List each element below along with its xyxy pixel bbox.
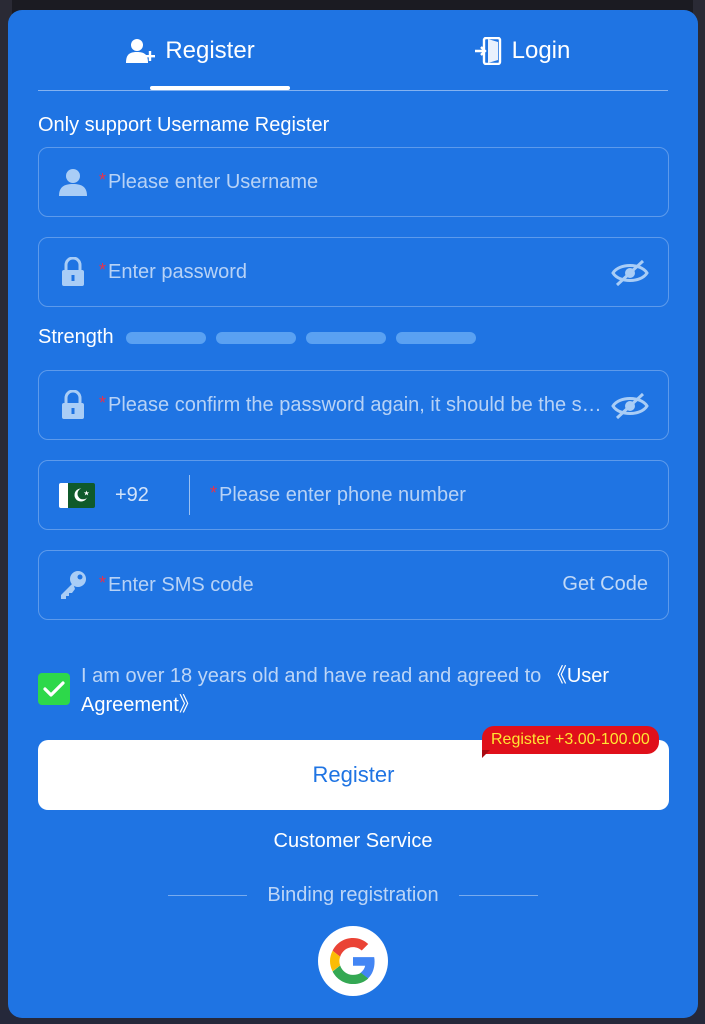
key-icon: [57, 569, 89, 601]
eye-off-icon[interactable]: [610, 256, 650, 290]
tab-login[interactable]: Login: [466, 10, 576, 91]
agreement-text: I am over 18 years old and have read and…: [81, 662, 671, 720]
sms-code-placeholder: Enter SMS code: [108, 573, 254, 596]
google-login-button[interactable]: [318, 926, 388, 996]
phone-field[interactable]: +92 * Please enter phone number: [38, 460, 669, 530]
agreement: I am over 18 years old and have read and…: [38, 662, 668, 722]
register-panel: Register Login Only support Username Reg…: [8, 10, 698, 1018]
customer-service-link[interactable]: Customer Service: [8, 830, 698, 853]
sms-code-field[interactable]: * Enter SMS code Get Code: [38, 550, 669, 620]
strength-segment: [215, 331, 296, 344]
username-placeholder: Please enter Username: [108, 170, 319, 193]
confirm-password-field[interactable]: * Please confirm the password again, it …: [38, 370, 669, 440]
password-field[interactable]: * Enter password: [38, 237, 669, 307]
bonus-badge-tail: [482, 750, 490, 758]
confirm-password-placeholder: Please confirm the password again, it sh…: [108, 393, 603, 416]
get-code-button[interactable]: Get Code: [562, 573, 648, 596]
tab-register-label: Register: [165, 36, 255, 64]
user-icon: [57, 166, 89, 198]
login-door-icon: [472, 36, 504, 65]
auth-tabs: Register Login: [38, 10, 668, 91]
password-placeholder: Enter password: [108, 260, 247, 283]
phone-divider: [189, 475, 190, 515]
phone-placeholder: Please enter phone number: [219, 483, 466, 506]
divider-line: [168, 894, 248, 896]
strength-segment: [125, 331, 206, 344]
pakistan-flag-icon[interactable]: [59, 482, 95, 508]
lock-icon: [57, 256, 89, 288]
register-bonus-badge: Register +3.00-100.00: [482, 726, 659, 754]
divider-line: [458, 894, 538, 896]
agreement-statement: I am over 18 years old and have read and…: [81, 665, 547, 687]
strength-label: Strength: [38, 326, 114, 348]
check-icon: [43, 681, 65, 697]
username-field[interactable]: * Please enter Username: [38, 147, 669, 217]
active-tab-indicator: [150, 86, 290, 90]
country-code[interactable]: +92: [115, 484, 175, 507]
tab-register[interactable]: Register: [120, 10, 260, 91]
add-user-icon: [125, 37, 157, 65]
strength-segment: [305, 331, 386, 344]
required-mark: *: [210, 483, 218, 503]
password-strength: Strength: [38, 326, 486, 349]
tab-login-label: Login: [511, 36, 571, 64]
lock-icon: [57, 389, 89, 421]
agreement-checkbox[interactable]: [38, 673, 70, 705]
eye-off-icon[interactable]: [610, 389, 650, 423]
strength-segment: [395, 331, 476, 344]
binding-registration-label: Binding registration: [267, 883, 439, 906]
required-mark: *: [99, 170, 107, 190]
google-icon: [330, 938, 375, 984]
required-mark: *: [99, 393, 107, 413]
required-mark: *: [99, 573, 107, 593]
register-note: Only support Username Register: [38, 114, 330, 136]
binding-registration-divider: Binding registration: [168, 882, 538, 908]
required-mark: *: [99, 260, 107, 280]
